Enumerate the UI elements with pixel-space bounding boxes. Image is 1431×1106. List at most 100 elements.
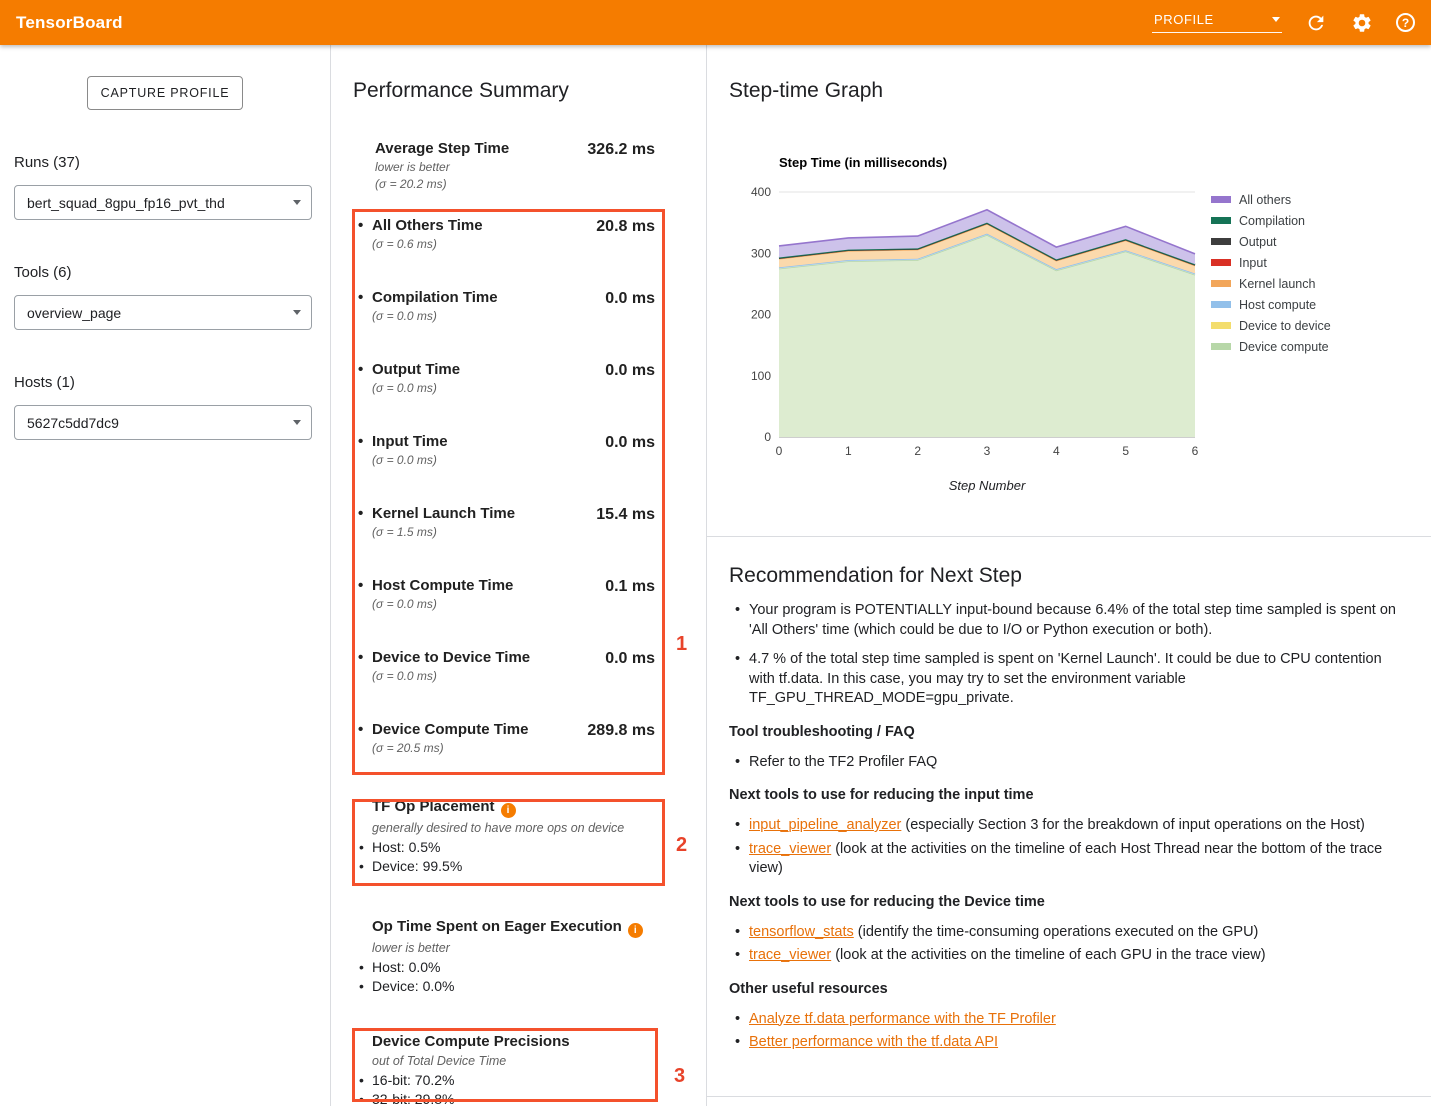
recommendation-bullets: Your program is POTENTIALLY input-bound … <box>729 601 1403 709</box>
list-item: Host: 0.0% <box>372 958 706 977</box>
bullet: • <box>358 288 372 307</box>
list-item: Device: 0.0% <box>372 977 706 996</box>
svg-text:6: 6 <box>1192 444 1199 458</box>
capture-profile-button[interactable]: CAPTURE PROFILE <box>87 76 243 110</box>
legend-swatch <box>1211 217 1231 224</box>
legend-item: Device to device <box>1211 315 1331 336</box>
tensorflow-stats-link[interactable]: tensorflow_stats <box>749 924 854 940</box>
list-item: trace_viewer (look at the activities on … <box>729 840 1403 879</box>
tfdata-api-link[interactable]: Better performance with the tf.data API <box>749 1034 998 1050</box>
legend-swatch <box>1211 238 1231 245</box>
runs-select[interactable]: bert_squad_8gpu_fp16_pvt_thd <box>14 185 312 220</box>
list-item: Host: 0.5% <box>372 838 706 857</box>
metric-sigma: (σ = 0.0 ms) <box>372 381 460 396</box>
legend-item: Host compute <box>1211 294 1331 315</box>
legend-swatch <box>1211 280 1231 287</box>
metric-value: 0.0 ms <box>605 288 655 324</box>
chevron-down-icon <box>293 200 301 205</box>
device-tools-heading: Next tools to use for reducing the Devic… <box>729 894 1403 910</box>
list-item: Your program is POTENTIALLY input-bound … <box>729 601 1403 640</box>
input-tools-heading: Next tools to use for reducing the input… <box>729 787 1403 803</box>
trace-viewer-link[interactable]: trace_viewer <box>749 947 831 963</box>
metric-value: 289.8 ms <box>587 720 655 756</box>
list-item: 4.7 % of the total step time sampled is … <box>729 650 1403 709</box>
metric-name: Kernel Launch Time <box>372 505 515 522</box>
device-tools-list: tensorflow_stats (identify the time-cons… <box>729 923 1403 966</box>
metric-sigma: (σ = 0.6 ms) <box>372 237 483 252</box>
metric-row-device-compute: •Device Compute Time (σ = 20.5 ms) 289.8… <box>353 720 706 756</box>
legend-label: Input <box>1239 256 1267 270</box>
tools-label: Tools (6) <box>14 264 316 281</box>
metric-row-output: •Output Time (σ = 0.0 ms) 0.0 ms <box>353 360 706 396</box>
runs-label: Runs (37) <box>14 154 316 171</box>
metric-row-device-to-device: •Device to Device Time (σ = 0.0 ms) 0.0 … <box>353 648 706 684</box>
help-icon[interactable]: ? <box>1396 13 1415 32</box>
resources-heading: Other useful resources <box>729 981 1403 997</box>
metric-row-input: •Input Time (σ = 0.0 ms) 0.0 ms <box>353 432 706 468</box>
metric-row-host-compute: •Host Compute Time (σ = 0.0 ms) 0.1 ms <box>353 576 706 612</box>
reload-icon[interactable] <box>1304 11 1328 35</box>
legend-item: Output <box>1211 231 1331 252</box>
dashboard-selector-value: PROFILE <box>1154 12 1214 27</box>
chevron-down-icon <box>1272 17 1280 22</box>
eager-execution-title: Op Time Spent on Eager Execution <box>372 918 622 935</box>
performance-summary-title: Performance Summary <box>353 79 706 103</box>
metric-name: Input Time <box>372 433 448 450</box>
metric-name: Device to Device Time <box>372 649 530 666</box>
metric-note: lower is better <box>375 160 509 175</box>
legend-label: Device to device <box>1239 319 1331 333</box>
metric-sigma: (σ = 20.2 ms) <box>375 177 509 192</box>
tools-select-value: overview_page <box>27 305 121 321</box>
svg-text:200: 200 <box>751 308 771 322</box>
faq-heading: Tool troubleshooting / FAQ <box>729 724 1403 740</box>
legend-swatch <box>1211 343 1231 350</box>
dashboard-selector[interactable]: PROFILE <box>1152 12 1282 33</box>
legend-item: All others <box>1211 189 1331 210</box>
bullet: • <box>358 576 372 595</box>
list-item-text: (look at the activities on the timeline … <box>831 947 1265 963</box>
compute-precisions-section: Device Compute Precisions out of Total D… <box>353 1033 706 1106</box>
list-item-text: (identify the time-consuming operations … <box>854 924 1259 940</box>
tf-op-placement-note: generally desired to have more ops on de… <box>372 821 706 835</box>
svg-text:0: 0 <box>764 430 771 444</box>
chart-legend: All othersCompilationOutputInputKernel l… <box>1211 189 1331 357</box>
recommendation-panel: Recommendation for Next Step Your progra… <box>707 536 1431 1097</box>
list-item: Refer to the TF2 Profiler FAQ <box>729 753 1403 773</box>
recommendation-title: Recommendation for Next Step <box>729 564 1403 588</box>
trace-viewer-link[interactable]: trace_viewer <box>749 841 831 857</box>
list-item: input_pipeline_analyzer (especially Sect… <box>729 816 1403 836</box>
app-header: TensorBoard PROFILE ? <box>0 0 1431 45</box>
compute-precisions-note: out of Total Device Time <box>372 1054 706 1068</box>
metric-sigma: (σ = 0.0 ms) <box>372 309 498 324</box>
input-pipeline-analyzer-link[interactable]: input_pipeline_analyzer <box>749 817 901 833</box>
list-item-text: (look at the activities on the timeline … <box>749 841 1382 877</box>
x-axis-label: Step Number <box>779 478 1195 493</box>
svg-text:1: 1 <box>845 444 852 458</box>
list-item: Better performance with the tf.data API <box>729 1033 1403 1053</box>
header-actions: PROFILE ? <box>1152 11 1415 35</box>
list-item: tensorflow_stats (identify the time-cons… <box>729 923 1403 943</box>
tfdata-performance-link[interactable]: Analyze tf.data performance with the TF … <box>749 1011 1056 1027</box>
list-item: 16-bit: 70.2% <box>372 1071 706 1090</box>
legend-label: Device compute <box>1239 340 1329 354</box>
compute-precisions-title: Device Compute Precisions <box>372 1033 570 1050</box>
info-icon[interactable]: i <box>501 803 516 818</box>
settings-gear-icon[interactable] <box>1350 11 1374 35</box>
legend-label: Kernel launch <box>1239 277 1315 291</box>
legend-item: Input <box>1211 252 1331 273</box>
hosts-select[interactable]: 5627c5dd7dc9 <box>14 405 312 440</box>
svg-text:3: 3 <box>984 444 991 458</box>
tools-select[interactable]: overview_page <box>14 295 312 330</box>
legend-swatch <box>1211 196 1231 203</box>
info-icon[interactable]: i <box>628 923 643 938</box>
metric-value: 15.4 ms <box>596 504 655 540</box>
legend-label: Output <box>1239 235 1277 249</box>
metric-row-all-others: •All Others Time (σ = 0.6 ms) 20.8 ms <box>353 216 706 252</box>
hosts-select-value: 5627c5dd7dc9 <box>27 415 119 431</box>
step-time-breakdown-list: •All Others Time (σ = 0.6 ms) 20.8 ms •C… <box>353 216 706 756</box>
list-item: Analyze tf.data performance with the TF … <box>729 1010 1403 1030</box>
annotation-label-3: 3 <box>674 1065 685 1088</box>
bullet: • <box>358 648 372 667</box>
list-item: 32-bit: 29.8% <box>372 1090 706 1106</box>
sidebar: CAPTURE PROFILE Runs (37) bert_squad_8gp… <box>0 45 330 1106</box>
